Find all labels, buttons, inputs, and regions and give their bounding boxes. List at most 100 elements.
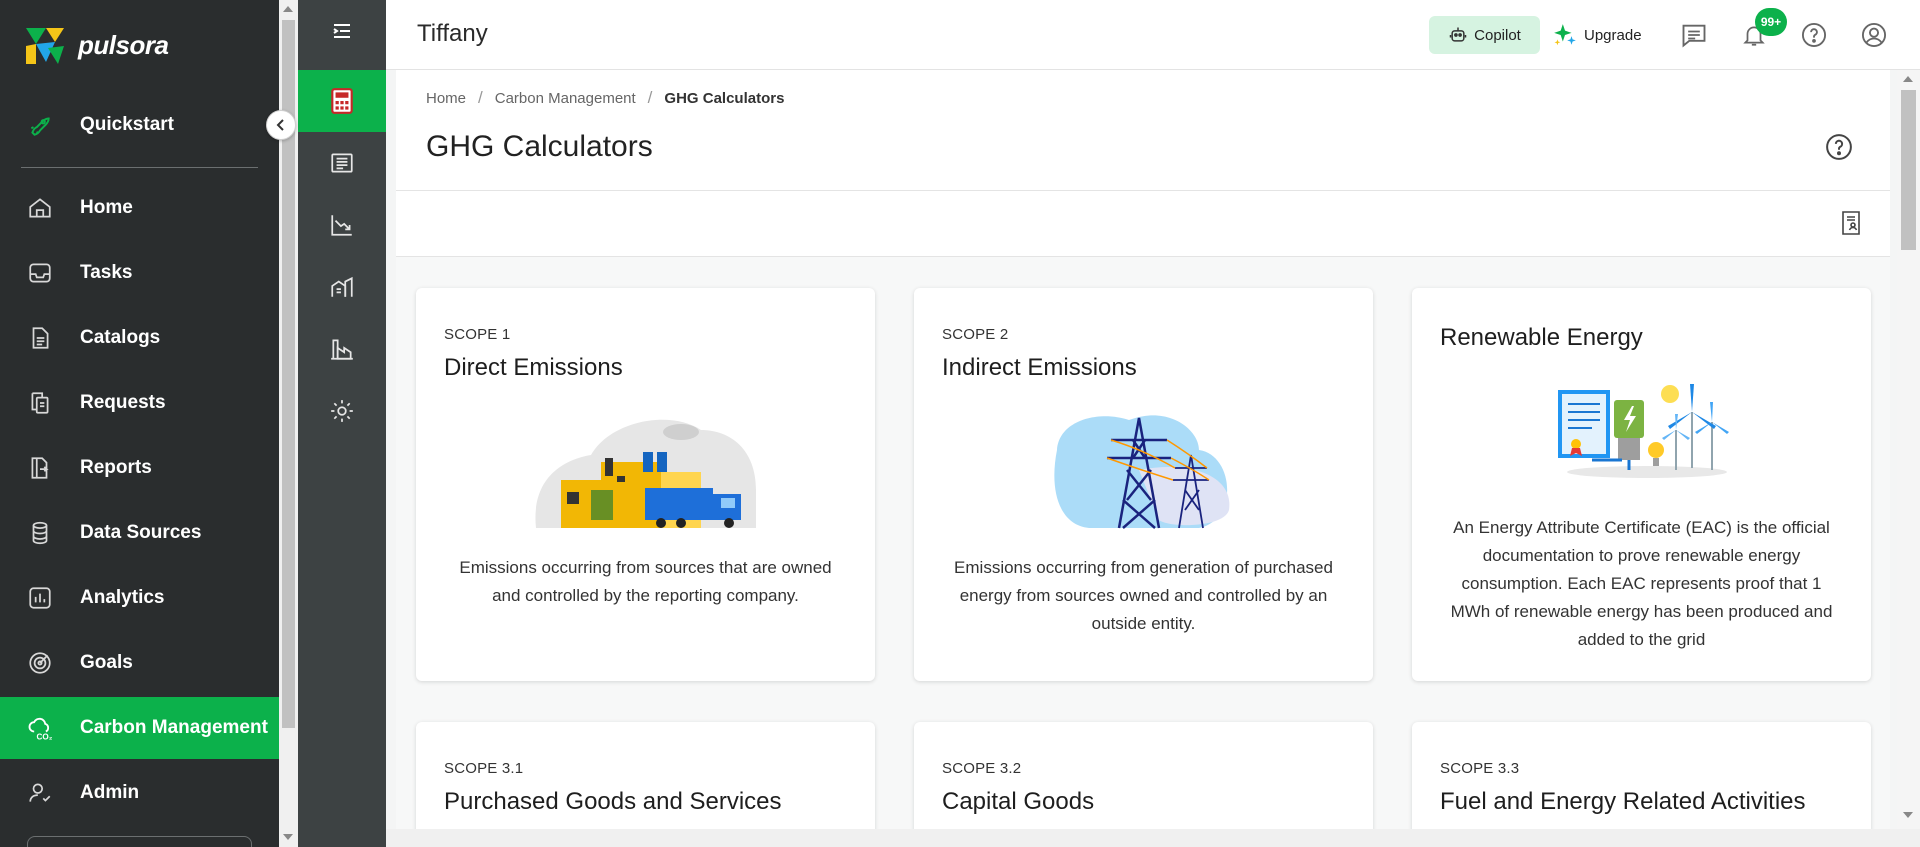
rail-reduction[interactable] <box>298 194 386 256</box>
svg-text:CO₂: CO₂ <box>37 733 53 742</box>
collapse-sidebar-button[interactable] <box>266 110 296 140</box>
menu-indent-icon <box>333 24 350 38</box>
main-content: Home / Carbon Management / GHG Calculato… <box>396 70 1890 847</box>
horizontal-scrollbar[interactable] <box>386 829 1920 847</box>
calculator-card-scope2[interactable]: SCOPE 2 Indirect Emissions Emissions occ… <box>914 288 1373 681</box>
card-title: Renewable Energy <box>1440 324 1643 351</box>
card-scope-label: SCOPE 2 <box>942 326 1009 343</box>
ledger-icon <box>331 153 353 173</box>
card-title: Direct Emissions <box>444 354 623 381</box>
document-user-icon <box>1842 211 1860 235</box>
rocket-icon <box>26 111 54 139</box>
nav-goals[interactable]: Goals <box>0 632 279 694</box>
divider <box>396 190 1890 191</box>
pulsora-logo[interactable]: pulsora <box>22 20 169 70</box>
brand-name: pulsora <box>78 29 169 60</box>
nav-label: Data Sources <box>80 522 202 543</box>
card-title: Fuel and Energy Related Activities <box>1440 788 1806 815</box>
nav-catalogs[interactable]: Catalogs <box>0 307 279 369</box>
card-scope-label: SCOPE 3.3 <box>1440 760 1520 777</box>
scroll-up-arrow-icon[interactable] <box>283 6 293 12</box>
user-circle-icon <box>1861 22 1887 48</box>
document-icon <box>26 324 54 352</box>
help-circle-icon <box>1801 22 1827 48</box>
nav-requests[interactable]: Requests <box>0 372 279 434</box>
rail-settings[interactable] <box>298 380 386 442</box>
sidebar-divider <box>21 167 258 168</box>
card-scope-label: SCOPE 1 <box>444 326 511 343</box>
copy-icon <box>26 389 54 417</box>
calculator-card-renewable-energy[interactable]: Renewable Energy An Energy Attribute Cer… <box>1412 288 1871 681</box>
nav-admin[interactable]: Admin <box>0 762 279 824</box>
trend-down-chart-icon <box>331 215 352 236</box>
home-icon <box>26 194 54 222</box>
factory-truck-illustration <box>416 410 875 528</box>
nav-quickstart-label: Quickstart <box>80 114 174 135</box>
scroll-down-arrow-icon[interactable] <box>1903 812 1913 818</box>
user-settings-icon <box>26 779 54 807</box>
card-scope-label: SCOPE 3.1 <box>444 760 524 777</box>
card-scope-label: SCOPE 3.2 <box>942 760 1022 777</box>
nav-label: Analytics <box>80 587 165 608</box>
breadcrumb-current: GHG Calculators <box>664 89 785 107</box>
rail-ledger[interactable] <box>298 132 386 194</box>
upgrade-button[interactable]: Upgrade <box>1552 16 1642 54</box>
profile-button[interactable] <box>1859 20 1889 50</box>
nav-reports[interactable]: Reports <box>0 437 279 499</box>
page-help-button[interactable] <box>1824 132 1854 162</box>
robot-icon <box>1449 27 1467 42</box>
nav-label: Tasks <box>80 262 133 283</box>
card-description: An Energy Attribute Certificate (EAC) is… <box>1450 518 1833 649</box>
top-header: Tiffany Copilot Upgrade 99+ <box>386 0 1920 70</box>
nav-analytics[interactable]: Analytics <box>0 567 279 629</box>
breadcrumb-separator: / <box>647 88 653 107</box>
nav-label: Home <box>80 197 133 218</box>
breadcrumb-separator: / <box>478 88 483 107</box>
breadcrumb-home[interactable]: Home <box>426 90 466 107</box>
workspace-name[interactable]: Tiffany <box>417 20 488 48</box>
nav-quickstart[interactable]: Quickstart <box>0 94 279 156</box>
sidebar: pulsora Quickstart Home Tasks Catalogs R… <box>0 0 279 847</box>
sidebar-bottom-widget[interactable] <box>27 836 252 847</box>
nav-label: Reports <box>80 457 152 478</box>
card-description: Emissions occurring from sources that ar… <box>459 558 832 605</box>
breadcrumb: Home / Carbon Management / GHG Calculato… <box>426 88 784 108</box>
help-button[interactable] <box>1799 20 1829 50</box>
factory-icon <box>331 339 353 360</box>
chat-button[interactable] <box>1679 20 1709 50</box>
target-icon <box>26 649 54 677</box>
breadcrumb-carbon-management[interactable]: Carbon Management <box>495 90 636 107</box>
nav-data-sources[interactable]: Data Sources <box>0 502 279 564</box>
pulsora-logo-icon <box>26 28 64 64</box>
audit-log-button[interactable] <box>1838 208 1864 238</box>
nav-carbon-management[interactable]: CO₂ Carbon Management <box>0 697 279 759</box>
nav-home[interactable]: Home <box>0 177 279 239</box>
copilot-button[interactable]: Copilot <box>1429 16 1540 54</box>
settings-gear-icon <box>331 400 353 422</box>
page-title: GHG Calculators <box>426 130 653 163</box>
nav-label: Goals <box>80 652 133 673</box>
rail-facilities[interactable] <box>298 256 386 318</box>
help-circle-icon <box>1826 134 1852 160</box>
page-scrollbar[interactable] <box>1897 70 1920 847</box>
rail-menu-toggle[interactable] <box>298 0 386 62</box>
chevron-left-icon <box>276 119 284 131</box>
nav-label: Admin <box>80 782 140 803</box>
rail-industry[interactable] <box>298 318 386 380</box>
page-scrollbar-thumb[interactable] <box>1901 90 1916 250</box>
calculator-card-scope1[interactable]: SCOPE 1 Direct Emissions Emissions occur… <box>416 288 875 681</box>
inbox-icon <box>26 259 54 287</box>
scroll-down-arrow-icon[interactable] <box>283 834 293 840</box>
nav-label: Requests <box>80 392 166 413</box>
renewable-energy-illustration <box>1412 380 1871 480</box>
notification-count-badge: 99+ <box>1755 8 1787 36</box>
rail-calculators[interactable] <box>298 70 386 132</box>
card-title: Purchased Goods and Services <box>444 788 782 815</box>
power-lines-illustration <box>914 410 1373 530</box>
bar-chart-icon <box>26 584 54 612</box>
card-title: Indirect Emissions <box>942 354 1137 381</box>
scroll-up-arrow-icon[interactable] <box>1903 76 1913 82</box>
chat-icon <box>1682 24 1706 48</box>
card-title: Capital Goods <box>942 788 1095 815</box>
nav-tasks[interactable]: Tasks <box>0 242 279 304</box>
